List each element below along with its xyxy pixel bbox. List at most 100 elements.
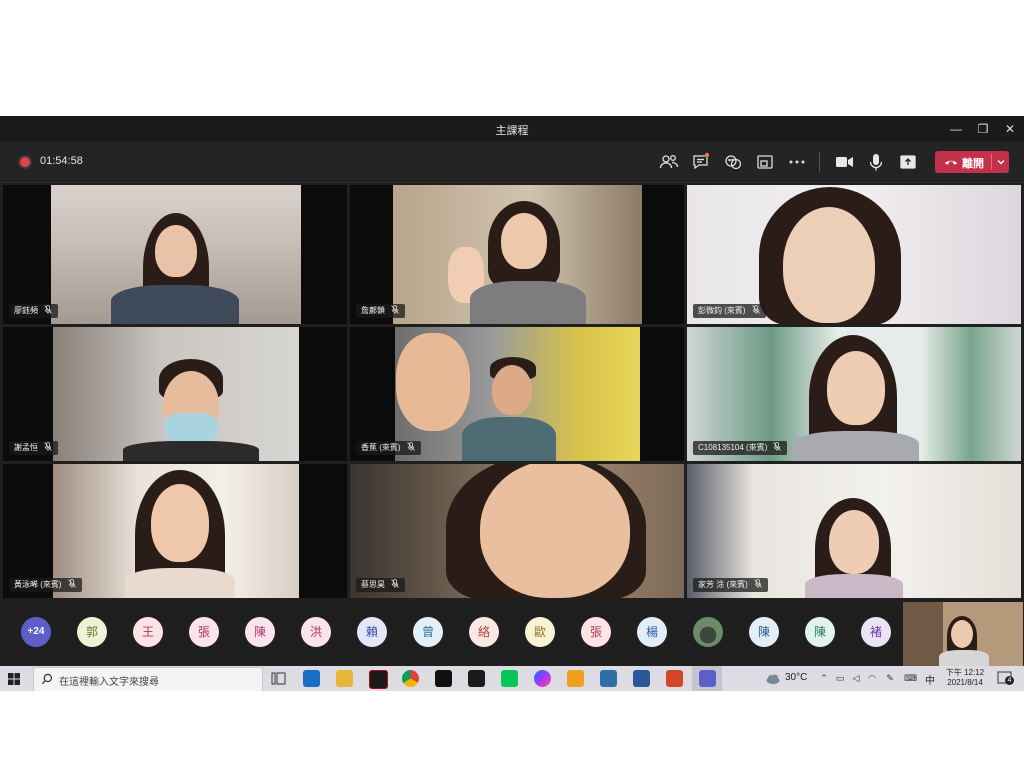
participant-avatar[interactable]: 陳 (805, 617, 835, 647)
mic-icon (391, 579, 399, 588)
taskbar-clock[interactable]: 下午 12:12 2021/8/14 (938, 668, 992, 690)
participant-name: 家芳 涂 (來賓) (698, 580, 748, 589)
ime-indicator[interactable]: 中 (925, 672, 935, 687)
video-tile[interactable]: 蔡思昊 (350, 464, 684, 598)
more-participants-badge[interactable]: +24 (21, 617, 51, 647)
file-explorer-icon[interactable] (336, 670, 353, 687)
participant-name: 黃泳晞 (來賓) (14, 580, 62, 589)
search-icon (41, 673, 53, 685)
search-placeholder: 在這裡輸入文字來搜尋 (59, 677, 159, 688)
person-body (462, 417, 556, 461)
powerpoint-icon[interactable] (666, 670, 683, 687)
participant-name-tag: 家芳 涂 (來賓) (693, 578, 768, 592)
participant-avatar[interactable]: 曾 (413, 617, 443, 647)
pen-icon[interactable]: ✎ (884, 672, 896, 684)
participant-name-tag: 詹鄜鎖 (356, 304, 405, 318)
participant-avatar[interactable]: 張 (189, 617, 219, 647)
participant-name-tag: 蔡思昊 (356, 578, 405, 592)
window-title: 主課程 (495, 125, 529, 137)
wifi-icon[interactable]: ◠ (866, 672, 878, 684)
person-body (805, 574, 903, 598)
volume-icon[interactable]: ◁ (850, 672, 862, 684)
reactions-icon[interactable] (722, 151, 744, 173)
more-icon[interactable] (786, 151, 808, 173)
mic-icon[interactable] (865, 151, 887, 173)
video-tile[interactable]: 廖鈺頻 (3, 185, 347, 324)
messenger-icon[interactable] (534, 670, 551, 687)
self-preview[interactable] (903, 602, 1023, 666)
meeting-timer: 01:54:58 (40, 155, 83, 167)
clock-date: 2021/8/14 (947, 678, 983, 687)
share-tray-icon[interactable] (754, 151, 776, 173)
participant-name-tag: C108135104 (來賓) (693, 441, 788, 455)
taskbar-search[interactable]: 在這裡輸入文字來搜尋 (33, 667, 263, 691)
app-icon[interactable] (468, 670, 485, 687)
participant-name-tag: 廖鈺頻 (9, 304, 58, 318)
participant-avatar[interactable]: 郭 (77, 617, 107, 647)
participants-icon[interactable] (658, 151, 680, 173)
minimize-button[interactable]: — (946, 120, 966, 138)
line-icon[interactable] (501, 670, 518, 687)
word-icon[interactable] (633, 670, 650, 687)
video-tile[interactable]: 黃泳晞 (來賓) (3, 464, 347, 598)
maximize-button[interactable]: ❐ (973, 120, 993, 138)
toolbar-divider (819, 152, 820, 172)
self-preview-bg (903, 602, 943, 666)
chrome-icon[interactable] (402, 670, 419, 687)
windows-start-icon[interactable] (4, 669, 24, 689)
participant-avatar[interactable]: 絡 (469, 617, 499, 647)
participant-avatar[interactable]: 歐 (525, 617, 555, 647)
notification-center[interactable]: 4 (996, 670, 1014, 687)
video-tile[interactable]: 家芳 涂 (來賓) (687, 464, 1021, 598)
pubg-icon[interactable] (435, 670, 452, 687)
person-body (125, 568, 235, 598)
weather-widget[interactable]: 30°C (765, 671, 813, 687)
video-tile[interactable]: 詹鄜鎖 (350, 185, 684, 324)
close-button[interactable]: ✕ (1000, 120, 1020, 138)
chevron-down-icon[interactable] (995, 154, 1007, 170)
netflix-icon[interactable] (369, 670, 388, 689)
keyboard-icon[interactable]: ⌨ (904, 672, 917, 684)
person-face (829, 510, 879, 574)
battery-icon[interactable]: ▭ (834, 672, 846, 684)
person-body (123, 441, 259, 461)
participant-avatar[interactable]: 楊 (637, 617, 667, 647)
person-body (939, 650, 989, 666)
media-player-icon[interactable] (567, 670, 584, 687)
teams-icon (699, 670, 716, 687)
person-face (827, 351, 885, 425)
person-body (111, 285, 239, 324)
participant-name-tag: 黃泳晞 (來賓) (9, 578, 82, 592)
participant-avatar[interactable]: 賴 (357, 617, 387, 647)
video-tile[interactable]: 彭微鈞 (來賓) (687, 185, 1021, 324)
video-tile[interactable]: 謝孟恒 (3, 327, 347, 461)
share-screen-icon[interactable] (897, 151, 919, 173)
participant-name: 彭微鈞 (來賓) (698, 306, 746, 315)
participant-photo-avatar[interactable] (693, 617, 723, 647)
person-body (793, 431, 919, 461)
mail-icon[interactable] (303, 670, 320, 687)
task-view-icon[interactable] (270, 670, 287, 687)
camera-icon[interactable] (833, 151, 855, 173)
mic-icon (753, 579, 762, 588)
participant-avatar[interactable]: 陳 (749, 617, 779, 647)
participant-avatar[interactable]: 洪 (301, 617, 331, 647)
leave-button[interactable]: 離開 (935, 151, 1009, 173)
video-tile[interactable]: 香蕉 (來賓) (350, 327, 684, 461)
participant-avatar[interactable]: 褚 (861, 617, 891, 647)
person-face (501, 213, 547, 269)
title-bar: 主課程 — ❐ ✕ (0, 116, 1024, 142)
participant-avatar[interactable]: 陳 (245, 617, 275, 647)
phone-hangup-icon (945, 160, 957, 165)
participant-name-tag: 謝孟恒 (9, 441, 58, 455)
chat-icon[interactable] (690, 151, 712, 173)
participant-avatar[interactable]: 王 (133, 617, 163, 647)
person-face (151, 484, 209, 562)
participant-roster: +24 郭王張陳洪賴曾絡歐張楊陳陳褚 (0, 600, 1024, 666)
teams-taskbar-button[interactable] (692, 666, 722, 691)
video-tile[interactable]: C108135104 (來賓) (687, 327, 1021, 461)
chevron-up-icon[interactable]: ⌃ (818, 672, 830, 684)
participant-avatar[interactable]: 張 (581, 617, 611, 647)
calculator-icon[interactable] (600, 670, 617, 687)
participant-name: 廖鈺頻 (14, 306, 38, 315)
